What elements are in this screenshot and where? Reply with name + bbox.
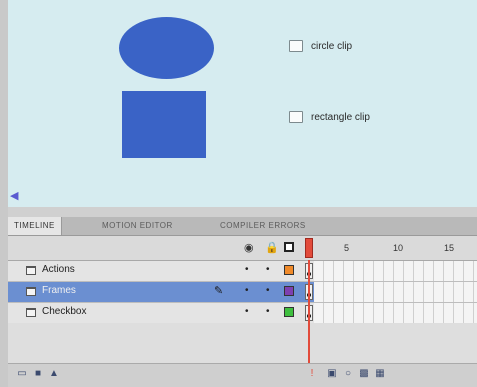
layer-row-actions[interactable]: Actions • •: [8, 261, 477, 282]
tab-compiler-errors[interactable]: COMPILER ERRORS: [214, 217, 312, 235]
edit-multiple-frames-icon[interactable]: ▩: [358, 368, 370, 380]
layer-name: Actions: [42, 264, 75, 275]
layer-name-cell[interactable]: Checkbox • •: [8, 303, 314, 323]
timeline-footer: ▭ ■ ▲ ! ▣ ○ ▩ ▦: [8, 363, 477, 387]
rectangle-clip-shape[interactable]: [122, 91, 206, 158]
layer-icon: [26, 308, 36, 317]
modify-markers-icon[interactable]: ▦: [374, 368, 386, 380]
circle-clip-checkbox[interactable]: [289, 40, 303, 52]
timeline-header: ◉ 🔒 5 10 15: [8, 236, 477, 261]
visibility-dot[interactable]: •: [245, 285, 249, 296]
circle-clip-checkbox-row[interactable]: circle clip: [289, 40, 352, 52]
playhead-line: [308, 260, 310, 375]
layer-row-frames[interactable]: Frames ✎ • •: [8, 282, 477, 303]
frames-cell[interactable]: [314, 282, 477, 302]
circle-clip-shape[interactable]: [119, 17, 214, 79]
center-frame-icon[interactable]: !: [306, 368, 318, 380]
layer-color-swatch[interactable]: [284, 286, 294, 296]
visibility-dot[interactable]: •: [245, 264, 249, 275]
frame-number: 10: [393, 243, 404, 253]
stage: circle clip rectangle clip ◀: [8, 0, 477, 208]
layer-icon: [26, 287, 36, 296]
tab-timeline[interactable]: TIMELINE: [8, 217, 62, 235]
layer-color-swatch[interactable]: [284, 307, 294, 317]
rectangle-clip-label: rectangle clip: [311, 111, 370, 123]
layer-empty-area: [8, 323, 477, 363]
lock-icon[interactable]: 🔒: [265, 241, 279, 254]
frame-number: 5: [344, 243, 350, 253]
frames-cell[interactable]: [314, 261, 477, 281]
layer-name: Frames: [42, 285, 76, 296]
layer-icon: [26, 266, 36, 275]
pencil-icon: ✎: [214, 285, 224, 297]
outline-icon[interactable]: [284, 242, 294, 252]
frames-cell[interactable]: [314, 303, 477, 323]
panel-tabs: TIMELINE MOTION EDITOR COMPILER ERRORS: [8, 217, 477, 236]
rectangle-clip-checkbox[interactable]: [289, 111, 303, 123]
layer-name: Checkbox: [42, 306, 87, 317]
onion-skin-icon[interactable]: ▣: [326, 368, 338, 380]
tab-motion-editor[interactable]: MOTION EDITOR: [96, 217, 179, 235]
eye-icon[interactable]: ◉: [244, 241, 254, 254]
frame-number: 15: [444, 243, 455, 253]
new-layer-icon[interactable]: ▭: [16, 368, 28, 380]
onion-outline-icon[interactable]: ○: [342, 368, 354, 380]
layer-row-checkbox[interactable]: Checkbox • •: [8, 303, 477, 324]
visibility-dot[interactable]: •: [245, 306, 249, 317]
lock-dot[interactable]: •: [266, 264, 270, 275]
timeline-panel: TIMELINE MOTION EDITOR COMPILER ERRORS ◉…: [8, 207, 477, 387]
circle-clip-label: circle clip: [311, 40, 353, 52]
lock-dot[interactable]: •: [266, 306, 270, 317]
layer-name-cell[interactable]: Actions • •: [8, 261, 314, 281]
layer-color-swatch[interactable]: [284, 265, 294, 275]
new-folder-icon[interactable]: ■: [32, 368, 44, 380]
playhead[interactable]: [305, 238, 313, 258]
lock-dot[interactable]: •: [266, 285, 270, 296]
rectangle-clip-checkbox-row[interactable]: rectangle clip: [289, 111, 370, 123]
delete-layer-icon[interactable]: ▲: [48, 368, 60, 380]
layer-name-cell[interactable]: Frames ✎ • •: [8, 282, 314, 302]
arrow-left-icon[interactable]: ◀: [10, 189, 18, 202]
